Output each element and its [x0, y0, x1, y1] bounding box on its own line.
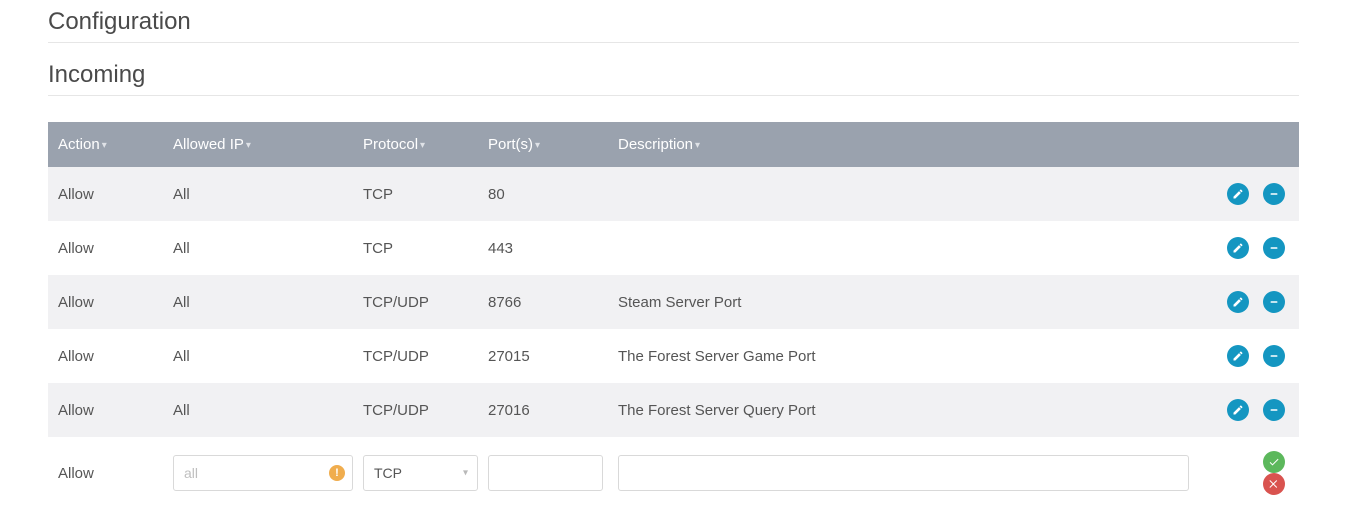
pencil-icon — [1232, 188, 1244, 200]
minus-icon — [1268, 188, 1280, 200]
col-header-label: Port(s) — [488, 136, 533, 153]
check-icon — [1268, 456, 1280, 468]
cell-protocol: TCP/UDP — [353, 329, 478, 383]
minus-icon — [1268, 350, 1280, 362]
cell-ip: All — [163, 167, 353, 221]
cell-description: The Forest Server Query Port — [608, 383, 1199, 437]
col-header-protocol[interactable]: Protocol▾ — [353, 122, 478, 167]
cell-description: Steam Server Port — [608, 275, 1199, 329]
remove-button[interactable] — [1263, 291, 1285, 313]
cell-protocol: TCP/UDP — [353, 383, 478, 437]
cell-ip: All — [163, 329, 353, 383]
remove-button[interactable] — [1263, 183, 1285, 205]
sort-icon: ▾ — [695, 140, 700, 151]
cell-ip: All — [163, 383, 353, 437]
cell-protocol: TCP — [353, 167, 478, 221]
cell-ports: 8766 — [478, 275, 608, 329]
cell-ports: 443 — [478, 221, 608, 275]
col-header-ports[interactable]: Port(s)▾ — [478, 122, 608, 167]
firewall-incoming-table: Action▾ Allowed IP▾ Protocol▾ Port(s)▾ D… — [48, 122, 1299, 503]
cancel-button[interactable] — [1263, 473, 1285, 495]
col-header-label: Protocol — [363, 136, 418, 153]
col-header-label: Allowed IP — [173, 136, 244, 153]
cell-protocol: TCP/UDP — [353, 275, 478, 329]
cell-action: Allow — [48, 329, 163, 383]
new-rule-action: Allow — [48, 437, 163, 503]
col-header-allowed-ip[interactable]: Allowed IP▾ — [163, 122, 353, 167]
minus-icon — [1268, 242, 1280, 254]
remove-button[interactable] — [1263, 237, 1285, 259]
table-row: AllowAllTCP443 — [48, 221, 1299, 275]
edit-button[interactable] — [1227, 237, 1249, 259]
new-rule-description-input[interactable] — [618, 455, 1189, 491]
cell-ip: All — [163, 275, 353, 329]
edit-button[interactable] — [1227, 183, 1249, 205]
new-rule-protocol-select[interactable]: TCP — [363, 455, 478, 491]
incoming-heading: Incoming — [48, 61, 1299, 89]
cell-protocol: TCP — [353, 221, 478, 275]
remove-button[interactable] — [1263, 345, 1285, 367]
cell-description: The Forest Server Game Port — [608, 329, 1199, 383]
sort-icon: ▾ — [246, 140, 251, 151]
minus-icon — [1268, 404, 1280, 416]
sort-icon: ▾ — [535, 140, 540, 151]
new-rule-ports-input[interactable] — [488, 455, 603, 491]
table-row: AllowAllTCP/UDP27016The Forest Server Qu… — [48, 383, 1299, 437]
pencil-icon — [1232, 296, 1244, 308]
cell-ip: All — [163, 221, 353, 275]
edit-button[interactable] — [1227, 345, 1249, 367]
table-row: AllowAllTCP80 — [48, 167, 1299, 221]
sort-icon: ▾ — [102, 140, 107, 151]
cell-ports: 27016 — [478, 383, 608, 437]
cell-ports: 27015 — [478, 329, 608, 383]
pencil-icon — [1232, 242, 1244, 254]
cell-description — [608, 167, 1199, 221]
edit-button[interactable] — [1227, 399, 1249, 421]
divider — [48, 42, 1299, 43]
warning-icon: ! — [329, 465, 345, 481]
edit-button[interactable] — [1227, 291, 1249, 313]
cell-action: Allow — [48, 167, 163, 221]
table-row: AllowAllTCP/UDP27015The Forest Server Ga… — [48, 329, 1299, 383]
new-rule-row: Allow ! TCP ▾ — [48, 437, 1299, 503]
table-row: AllowAllTCP/UDP8766Steam Server Port — [48, 275, 1299, 329]
pencil-icon — [1232, 404, 1244, 416]
col-header-label: Description — [618, 136, 693, 153]
close-icon — [1268, 478, 1280, 490]
cell-action: Allow — [48, 275, 163, 329]
cell-description — [608, 221, 1199, 275]
remove-button[interactable] — [1263, 399, 1285, 421]
col-header-description[interactable]: Description▾ — [608, 122, 1199, 167]
col-header-action[interactable]: Action▾ — [48, 122, 163, 167]
sort-icon: ▾ — [420, 140, 425, 151]
cell-ports: 80 — [478, 167, 608, 221]
pencil-icon — [1232, 350, 1244, 362]
col-header-label: Action — [58, 136, 100, 153]
minus-icon — [1268, 296, 1280, 308]
cell-action: Allow — [48, 383, 163, 437]
new-rule-ip-input[interactable] — [173, 455, 353, 491]
confirm-button[interactable] — [1263, 451, 1285, 473]
configuration-heading: Configuration — [48, 8, 1299, 36]
divider — [48, 95, 1299, 96]
cell-action: Allow — [48, 221, 163, 275]
col-header-operations — [1199, 122, 1299, 167]
